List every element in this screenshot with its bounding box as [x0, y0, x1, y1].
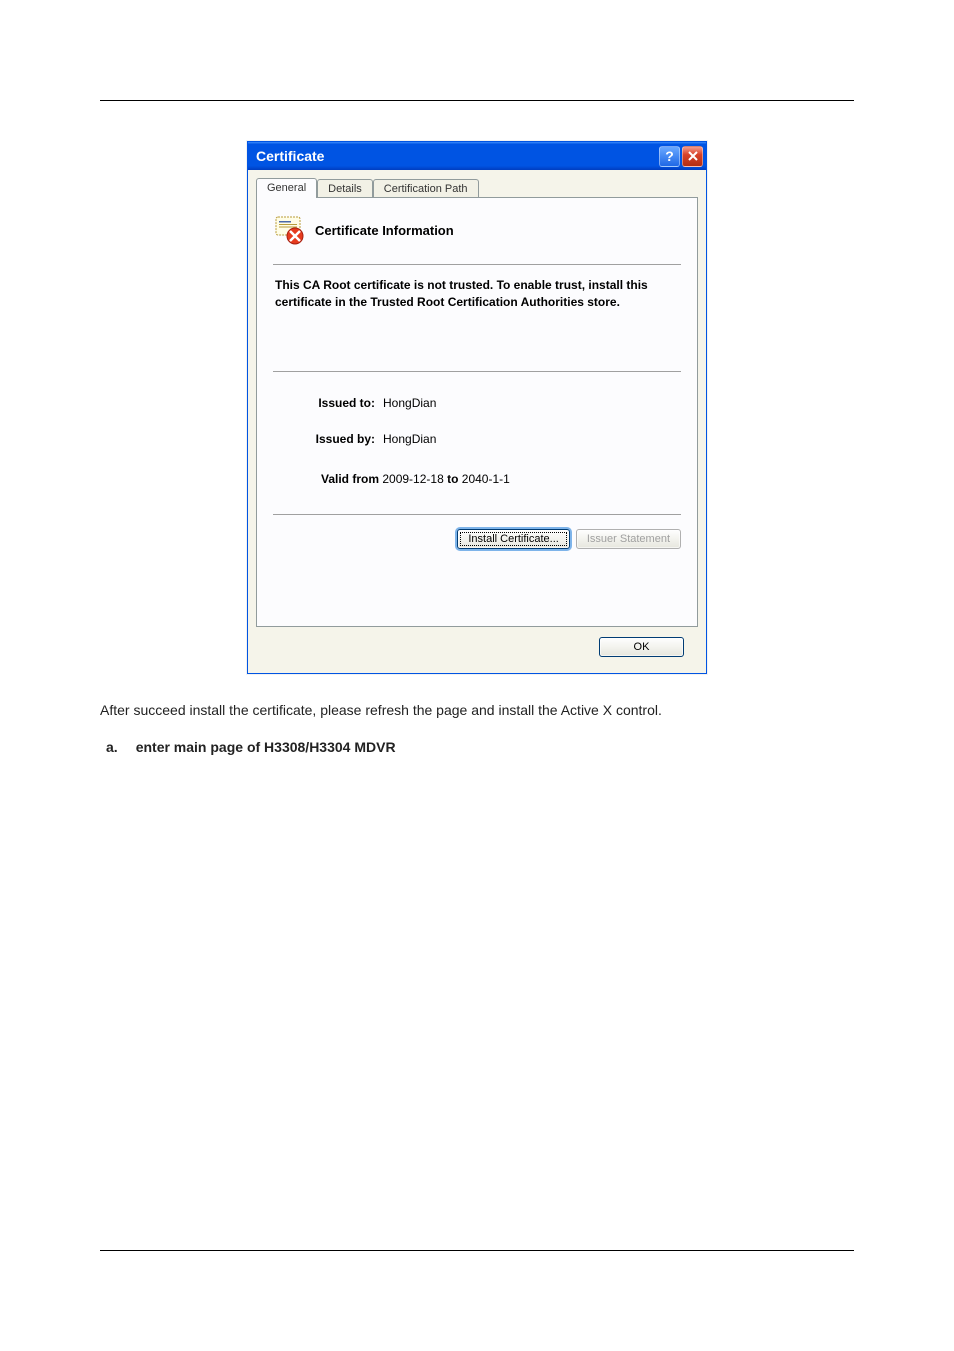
top-horizontal-rule	[100, 100, 854, 101]
close-button[interactable]	[682, 146, 703, 167]
tab-details[interactable]: Details	[317, 179, 373, 199]
list-item-text: enter main page of H3308/H3304 MDVR	[136, 739, 396, 755]
valid-from-row: Valid from 2009-12-18 to 2040-1-1	[297, 472, 681, 486]
certificate-info-section: Certificate Information This CA Root cer…	[273, 214, 681, 372]
bottom-horizontal-rule	[100, 1250, 854, 1251]
install-certificate-button[interactable]: Install Certificate...	[457, 529, 569, 549]
help-icon: ?	[665, 148, 674, 164]
issued-to-value: HongDian	[383, 396, 436, 410]
certificate-warning-text: This CA Root certificate is not trusted.…	[273, 277, 681, 311]
valid-to-value: 2040-1-1	[462, 472, 510, 486]
tab-strip: General Details Certification Path	[256, 178, 698, 198]
tab-panel-general: Certificate Information This CA Root cer…	[256, 197, 698, 627]
dialog-body: General Details Certification Path	[248, 170, 706, 673]
issued-to-row: Issued to: HongDian	[297, 396, 681, 410]
valid-from-value: 2009-12-18	[382, 472, 443, 486]
tab-general[interactable]: General	[256, 178, 317, 198]
dialog-title: Certificate	[256, 148, 657, 164]
divider	[273, 264, 681, 265]
issuer-statement-button: Issuer Statement	[576, 529, 681, 549]
step-list-item: a. enter main page of H3308/H3304 MDVR	[100, 739, 854, 755]
issued-by-value: HongDian	[383, 432, 436, 446]
tab-certification-path[interactable]: Certification Path	[373, 179, 479, 199]
list-marker: a.	[106, 739, 118, 755]
close-icon	[688, 148, 698, 164]
instruction-text: After succeed install the certificate, p…	[100, 700, 854, 721]
issued-section: Issued to: HongDian Issued by: HongDian …	[273, 386, 681, 515]
help-button[interactable]: ?	[659, 146, 680, 167]
issued-to-label: Issued to:	[297, 396, 383, 410]
ok-button[interactable]: OK	[599, 637, 684, 657]
valid-to-label: to	[447, 472, 458, 486]
certificate-warning-icon	[273, 214, 305, 246]
valid-from-label: Valid from	[321, 472, 379, 486]
panel-button-row: Install Certificate... Issuer Statement	[273, 529, 681, 549]
issued-by-row: Issued by: HongDian	[297, 432, 681, 446]
dialog-titlebar: Certificate ?	[248, 142, 706, 170]
certificate-dialog: Certificate ? General Details Certificat…	[247, 141, 707, 674]
certificate-info-heading: Certificate Information	[315, 223, 454, 238]
dialog-footer: OK	[256, 627, 698, 661]
issued-by-label: Issued by:	[297, 432, 383, 446]
